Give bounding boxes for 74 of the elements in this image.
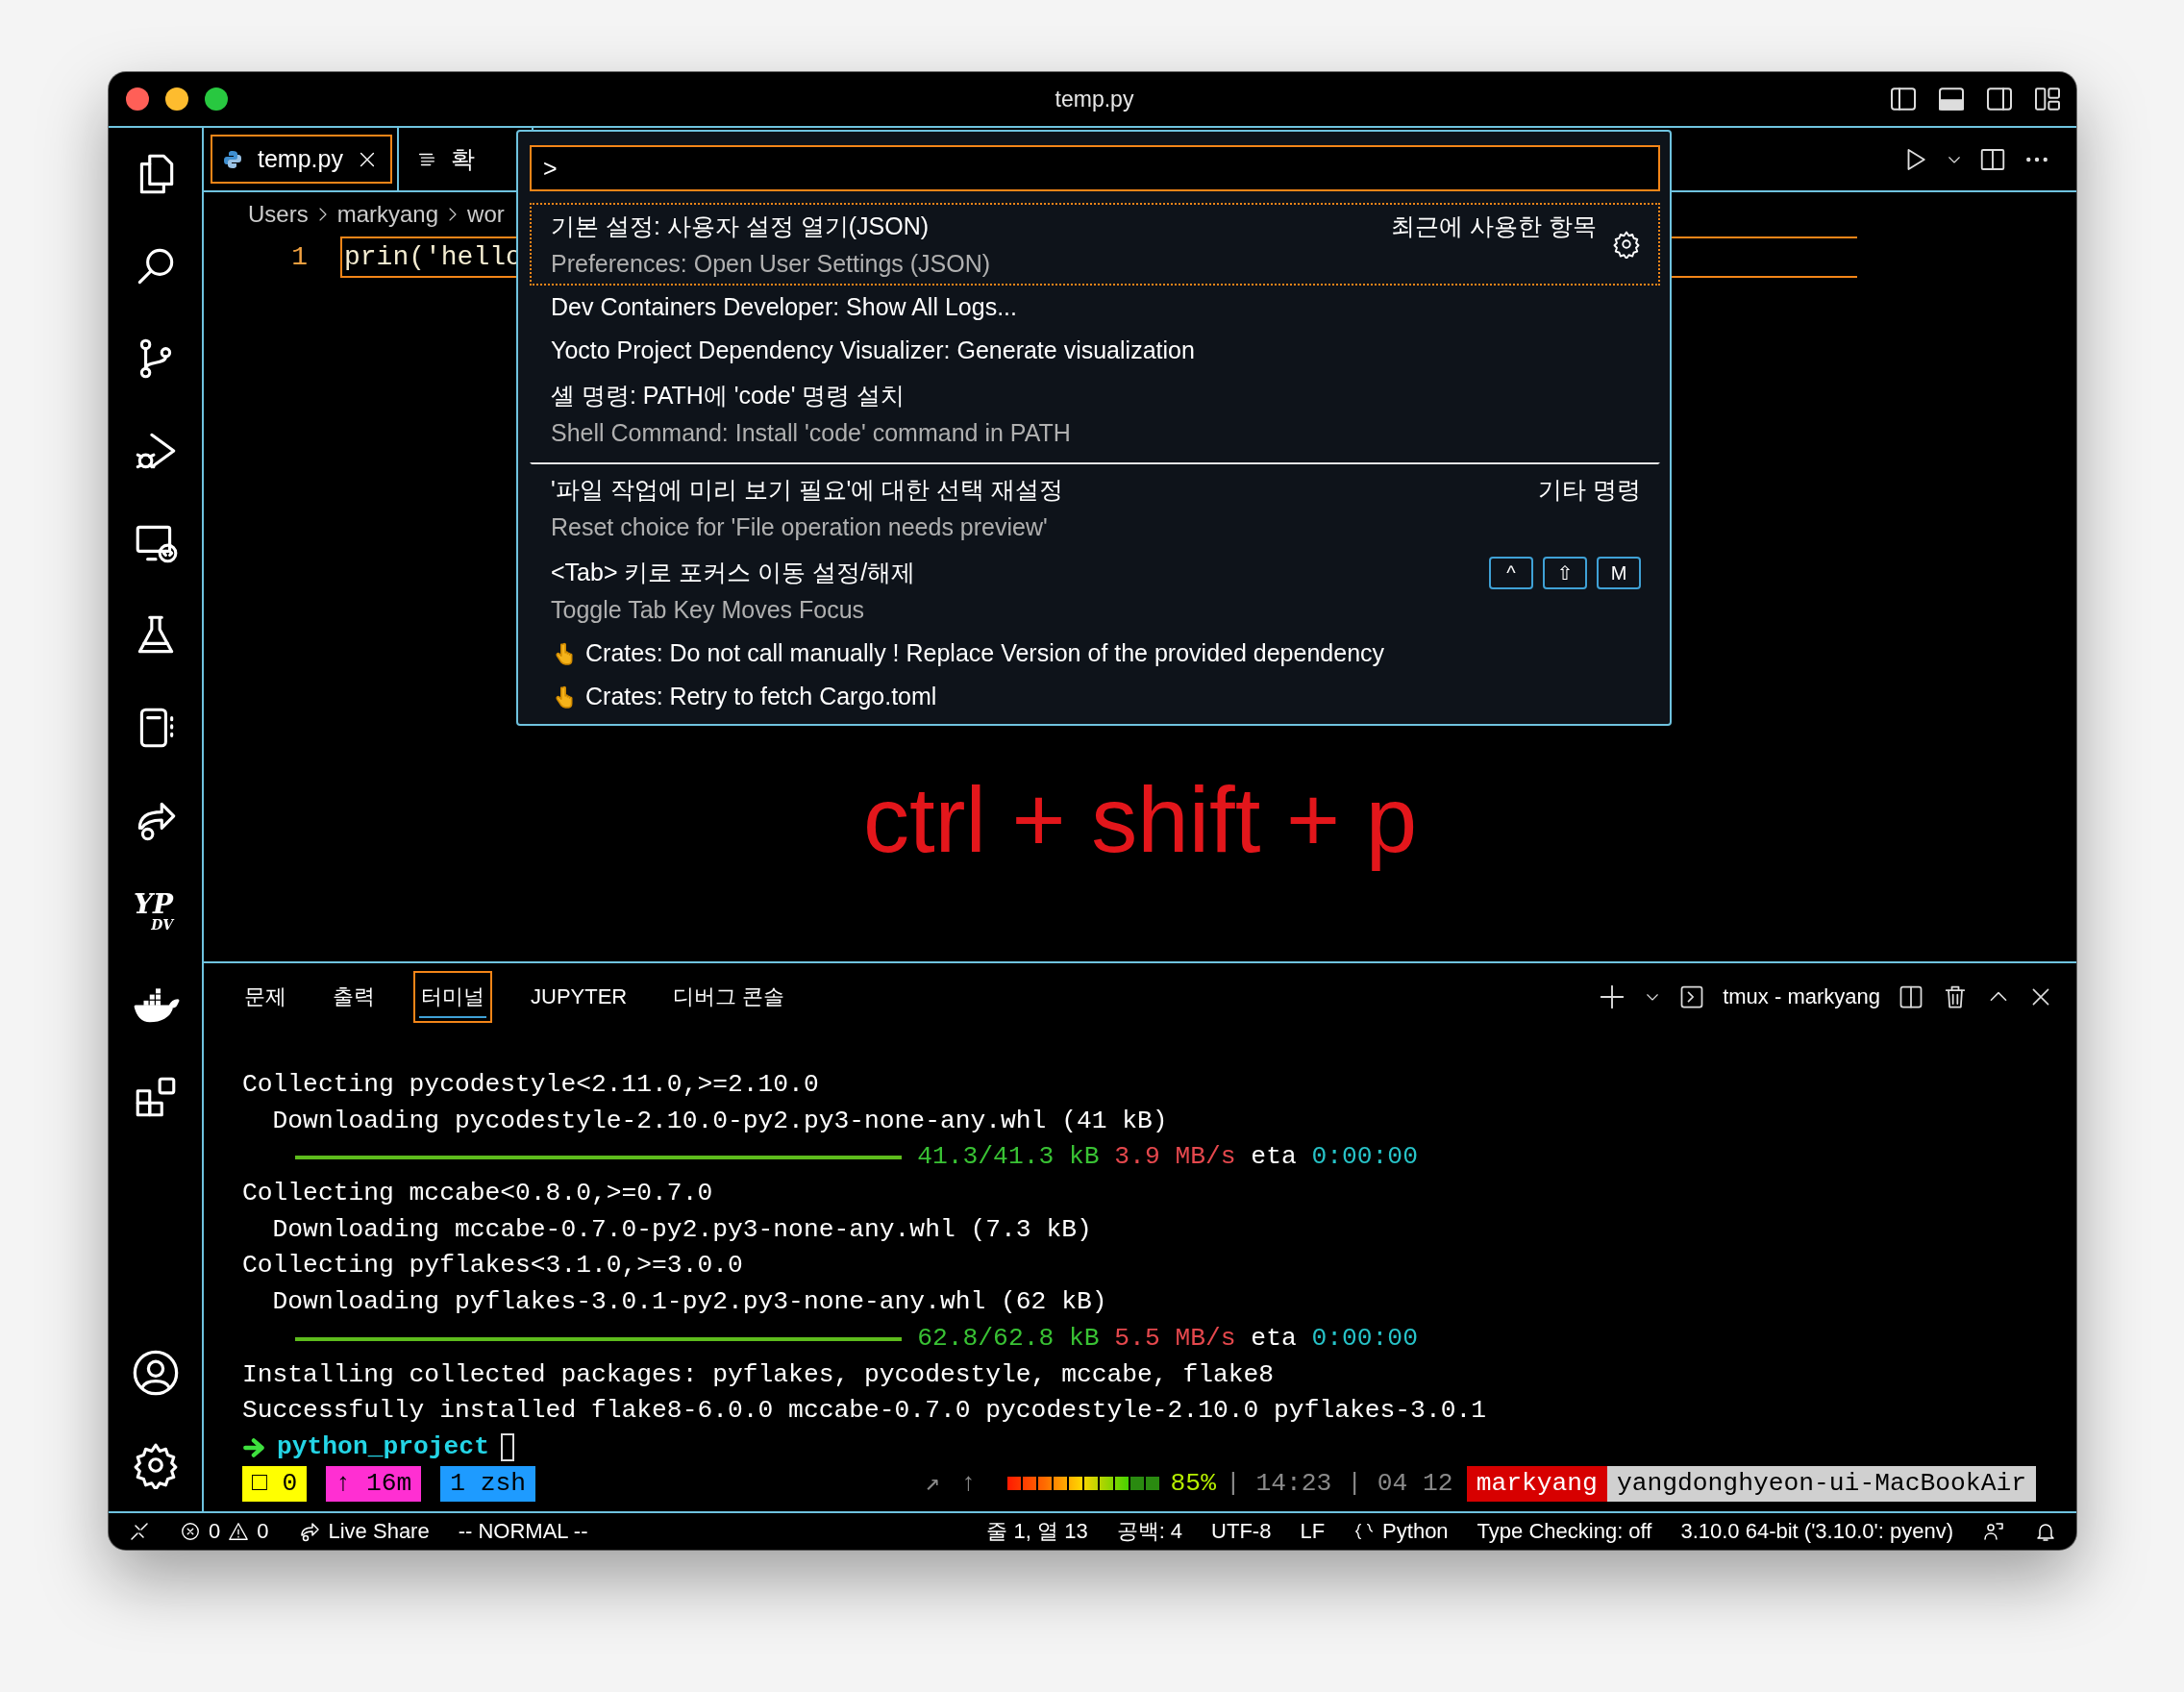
battery-reading: 85% <box>1170 1467 1216 1500</box>
breadcrumb-item[interactable]: wor <box>467 200 505 228</box>
terminal-line: Downloading mccabe-0.7.0-py2.py3-none-any.whl (7.3 kB) <box>271 1213 1093 1246</box>
terminal-line: Collecting pyflakes<3.1.0,>=3.0.0 <box>242 1250 744 1282</box>
language-mode[interactable]: Python <box>1353 1519 1449 1544</box>
panel-tab[interactable]: JUPYTER <box>523 973 635 1021</box>
command-item[interactable]: Yocto Project Dependency Visualizer: Generate visualization <box>530 329 1660 372</box>
command-item[interactable]: Dev Containers Developer: Show All Logs... <box>530 286 1660 329</box>
extension-logo[interactable]: YP DV <box>131 891 179 933</box>
terminal-line: Successfully installed flake8-6.0.0 mccabe-0.7.0 pycodestyle-2.10.0 pyflakes-3.0.1 <box>242 1395 1488 1428</box>
panel-tab[interactable]: 출력 <box>325 971 383 1023</box>
maximize-button[interactable] <box>205 87 228 111</box>
terminal-cursor <box>500 1433 515 1462</box>
remote-icon[interactable] <box>128 1520 151 1543</box>
panel-tab[interactable]: 터미널 <box>413 971 492 1023</box>
line-number: 1 <box>290 242 309 272</box>
window-title: temp.py <box>1055 86 1134 112</box>
panel-tab[interactable]: 디버그 콘솔 <box>665 971 793 1023</box>
braces-icon <box>1353 1521 1376 1542</box>
tmux-host: yangdonghyeon-ui-MacBookAir <box>1606 1465 2036 1503</box>
status-item[interactable]: 3.10.0 64-bit ('3.10.0': pyenv) <box>1680 1519 1953 1544</box>
terminal-line: Downloading pyflakes-3.0.1-py2.py3-none-any.whl (62 kB) <box>271 1286 1108 1319</box>
command-item[interactable]: 기본 설정: 사용자 설정 열기(JSON) Preferences: Open User Settings (JSON) 최근에 사용한 항목 <box>530 203 1660 286</box>
terminal-line: Collecting pycodestyle<2.11.0,>=2.10.0 <box>242 1069 820 1101</box>
command-item[interactable]: Crates: Do not call manually ! Replace Version of the provided dependency <box>530 632 1660 675</box>
breadcrumb-item[interactable]: Users <box>248 200 309 228</box>
tmux-status-text: ↑ <box>960 1467 977 1500</box>
progress-text: 3.9 MB/s <box>1114 1141 1236 1174</box>
feedback-icon[interactable] <box>1982 1520 2005 1543</box>
keycap: ⇧ <box>1543 557 1587 589</box>
status-item[interactable]: LF <box>1300 1519 1326 1544</box>
tmux-window: 1 zsh <box>440 1465 536 1503</box>
split-terminal-icon[interactable] <box>1898 983 1924 1010</box>
terminal-line: Installing collected packages: pyflakes, pycodestyle, mccabe, flake8 <box>242 1358 1276 1391</box>
tmux-host: markyang <box>1466 1465 1607 1503</box>
terminal-name[interactable]: tmux - markyang <box>1723 984 1880 1009</box>
error-icon <box>180 1521 201 1542</box>
vim-mode: -- NORMAL -- <box>458 1519 588 1544</box>
shortcut-caption: ctrl + shift + p <box>862 767 1418 873</box>
status-item[interactable]: 줄 1, 열 13 <box>986 1517 1088 1546</box>
command-item[interactable]: <Tab> 키로 포커스 이동 설정/해제 Toggle Tab Key Moves Focus ^ ⇧ M <box>530 549 1660 632</box>
keycap: ^ <box>1489 557 1533 589</box>
close-button[interactable] <box>126 87 149 111</box>
terminal-line: Collecting mccabe<0.8.0,>=0.7.0 <box>242 1178 714 1210</box>
tmux-clock: | 14:23 | 04 12 <box>1225 1467 1453 1500</box>
terminal-line: Downloading pycodestyle-2.10.0-py2.py3-none-any.whl (41 kB) <box>271 1105 1169 1137</box>
editor-tab[interactable]: temp.py <box>204 128 399 190</box>
command-input[interactable]: > <box>530 145 1660 191</box>
progress-text: 0:00:00 <box>1311 1141 1418 1174</box>
status-item[interactable]: Type Checking: off <box>1477 1519 1652 1544</box>
breadcrumb-item[interactable]: markyang <box>336 200 439 228</box>
status-item[interactable]: 공백: 4 <box>1116 1517 1183 1546</box>
tmux-window: ↑ 16m <box>326 1465 422 1503</box>
progress-text: 5.5 MB/s <box>1114 1322 1236 1355</box>
command-item[interactable]: 셸 명령: PATH에 'code' 명령 설치 Shell Command: Install 'code' command in PATH <box>530 372 1660 455</box>
prompt-directory: python_project <box>277 1431 489 1463</box>
panel-tab[interactable]: 문제 <box>236 971 294 1023</box>
progress-text: 41.3/41.3 kB <box>917 1141 1100 1174</box>
command-item[interactable]: '파일 작업에 미리 보기 필요'에 대한 선택 재설정 Reset choice for 'File operation needs preview' 기타 명령 <box>530 462 1660 549</box>
progress-text: eta <box>1251 1141 1297 1174</box>
live-share-button[interactable]: Live Share <box>297 1519 430 1544</box>
keycap: M <box>1597 557 1641 589</box>
command-item[interactable]: Crates: Retry to fetch Cargo.toml <box>530 675 1660 718</box>
progress-text: 0:00:00 <box>1311 1322 1418 1355</box>
tmux-status-text: ↗ <box>924 1467 940 1500</box>
group-label: 기타 명령 <box>1538 475 1641 505</box>
settings-icon[interactable] <box>1612 230 1641 259</box>
status-item[interactable]: UTF-8 <box>1211 1519 1272 1544</box>
minimize-button[interactable] <box>165 87 188 111</box>
problems-indicator[interactable]: 0 0 <box>180 1519 269 1544</box>
warning-icon <box>228 1521 250 1542</box>
progress-text: eta <box>1251 1322 1297 1355</box>
tmux-window: □ 0 <box>242 1465 308 1503</box>
progress-text: 62.8/62.8 kB <box>917 1322 1100 1355</box>
